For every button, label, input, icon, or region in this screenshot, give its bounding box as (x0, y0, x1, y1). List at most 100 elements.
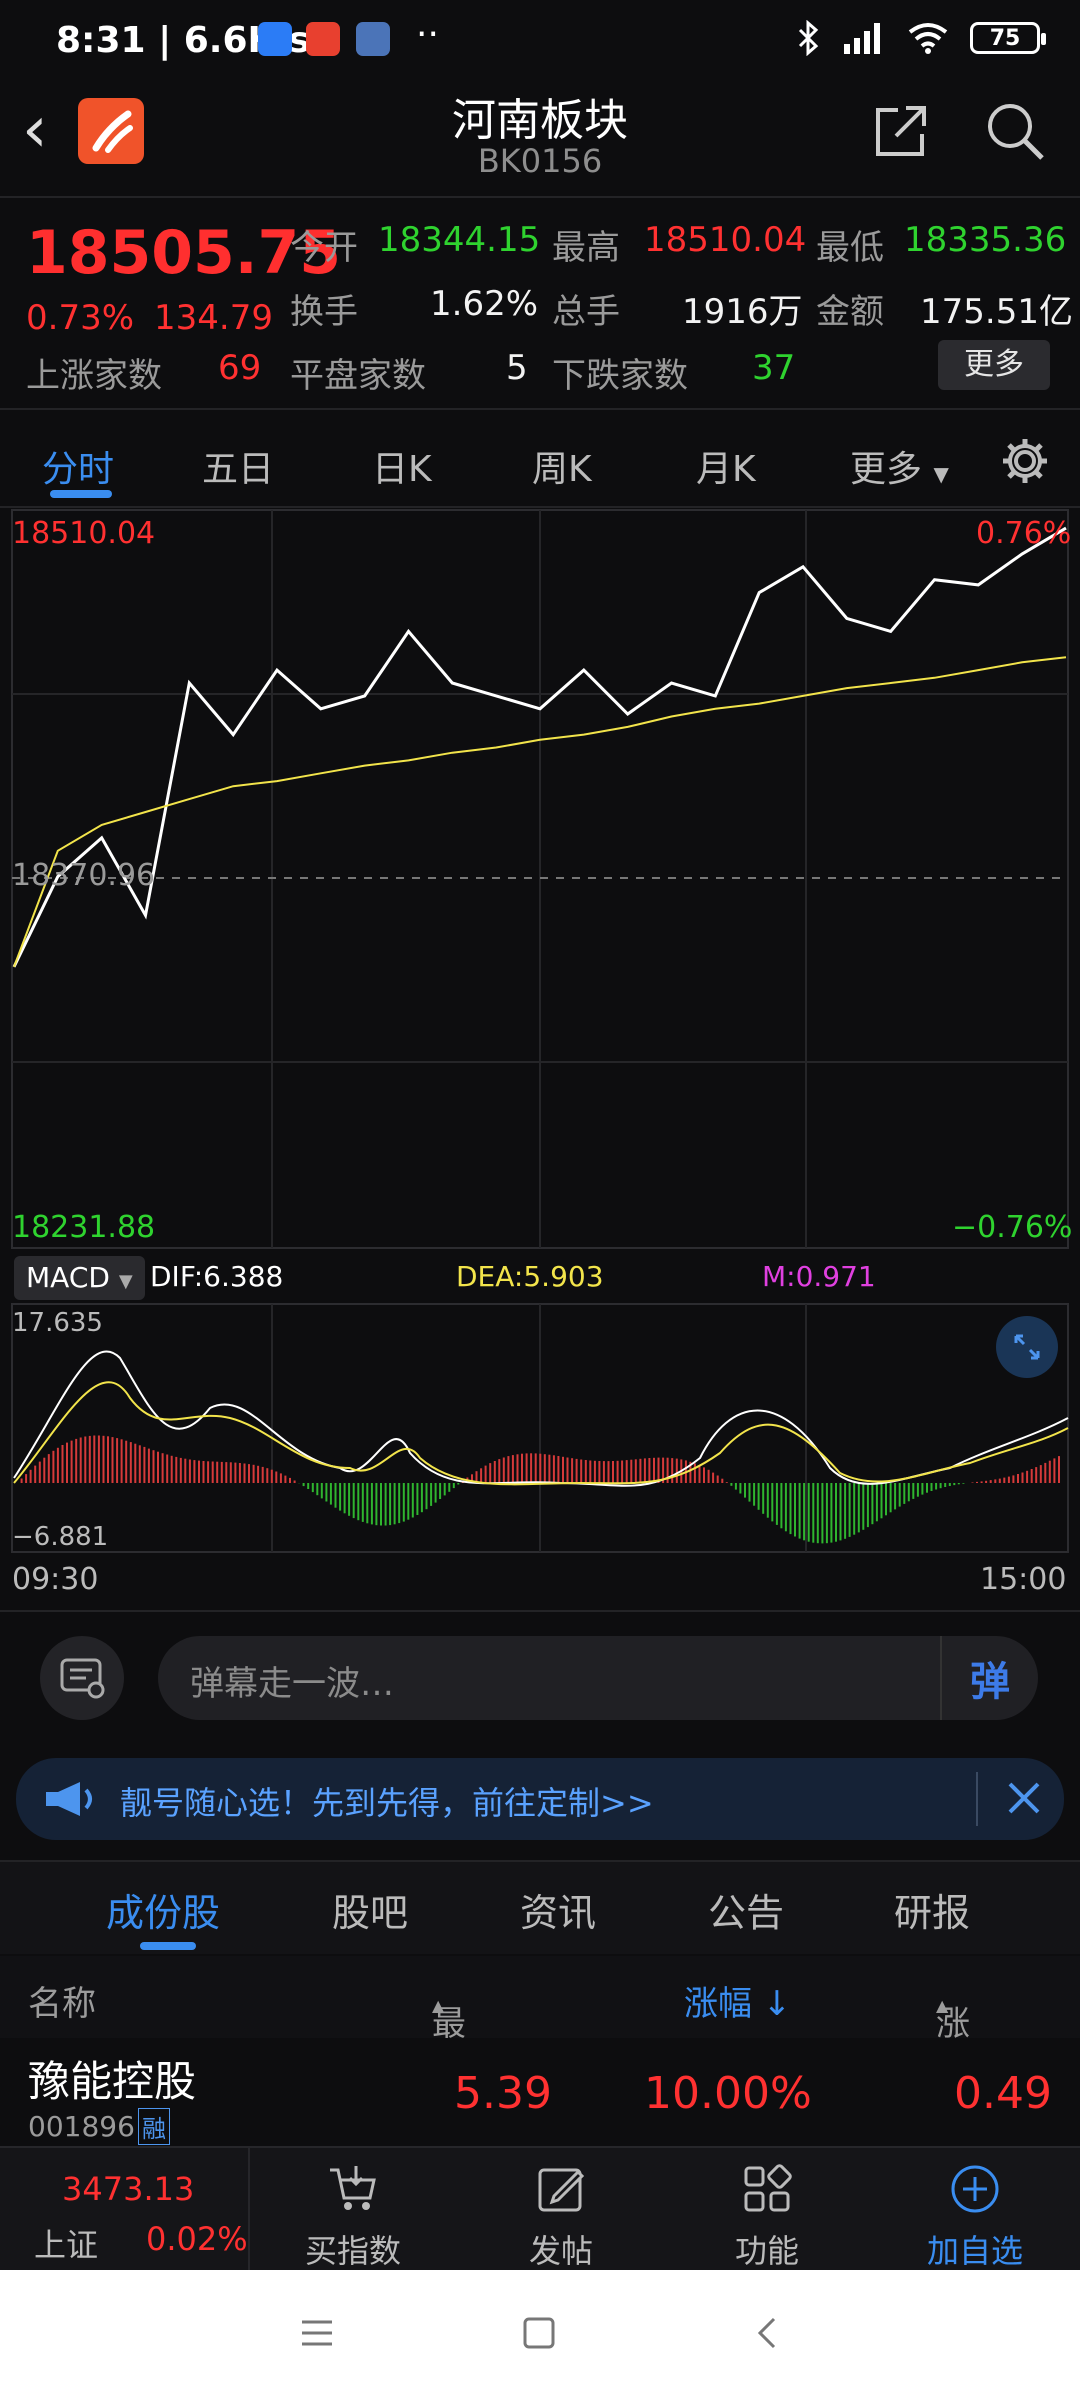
active-subtab-indicator (140, 1942, 196, 1950)
megaphone-icon (46, 1782, 92, 1816)
macd-bar (97, 1435, 100, 1483)
danmaku-settings-button[interactable] (40, 1636, 124, 1720)
macd-bar (707, 1469, 710, 1483)
macd-bar (88, 1435, 91, 1483)
intraday-chart-svg[interactable] (0, 508, 1080, 1608)
macd-bar (225, 1462, 228, 1483)
macd-bar (957, 1483, 960, 1485)
macd-bar (721, 1478, 724, 1483)
macd-bar (457, 1483, 460, 1485)
macd-bar (698, 1465, 701, 1483)
macd-bar (193, 1460, 196, 1483)
macd-bar (1026, 1470, 1029, 1483)
macd-bar (243, 1463, 246, 1483)
promo-banner[interactable]: 靓号随心选！先到先得，前往定制>> (16, 1758, 1064, 1840)
macd-bar (20, 1478, 23, 1483)
chart-prev-close-label: 18370.96 (12, 858, 156, 893)
edit-icon (538, 2168, 585, 2212)
tab-news[interactable]: 资讯 (520, 1882, 596, 1937)
back-nav-icon[interactable] (752, 2316, 786, 2350)
macd-bar (548, 1454, 551, 1483)
macd-bar (489, 1463, 492, 1483)
tab-five-day[interactable]: 五日 (202, 440, 274, 492)
macd-bar (398, 1483, 401, 1524)
add-watchlist-button[interactable]: 加自选 (900, 2162, 1050, 2272)
search-icon[interactable] (984, 100, 1046, 162)
macd-bar (784, 1483, 787, 1532)
index-ticker[interactable]: 3473.13 上证 0.02% (0, 2148, 248, 2272)
macd-bar (384, 1483, 387, 1526)
macd-bottom-value: −6.881 (12, 1522, 109, 1552)
tab-intraday[interactable]: 分时 (42, 440, 114, 492)
menu-icon[interactable] (300, 2316, 334, 2350)
macd-bar (252, 1464, 255, 1483)
macd-bar (266, 1468, 269, 1483)
macd-bar (766, 1483, 769, 1518)
macd-bar (257, 1465, 260, 1483)
quote-panel: 18505.75 0.73% 134.79 上涨家数 69 今开 18344.1… (0, 196, 1080, 410)
buy-index-button[interactable]: 买指数 (278, 2162, 428, 2272)
tab-daily-k[interactable]: 日K (372, 440, 432, 492)
macd-bar (102, 1435, 105, 1483)
more-button[interactable]: 更多 (938, 340, 1050, 390)
macd-bar (780, 1483, 783, 1529)
tab-monthly-k[interactable]: 月K (696, 440, 756, 492)
macd-bar (348, 1483, 351, 1516)
macd-selector-button[interactable]: MACD ▼ (14, 1256, 145, 1300)
macd-bar (612, 1461, 614, 1483)
macd-bar (643, 1458, 646, 1483)
macd-bar (871, 1483, 874, 1525)
macd-bar (116, 1438, 119, 1483)
macd-bar (994, 1479, 997, 1483)
macd-bar (375, 1483, 378, 1526)
macd-bar (566, 1457, 569, 1483)
macd-bar (275, 1471, 278, 1483)
macd-bar (261, 1466, 264, 1483)
macd-bar (889, 1483, 892, 1513)
macd-bar (648, 1458, 651, 1483)
macd-bar (693, 1463, 696, 1483)
signal-icon (844, 23, 880, 54)
macd-bar (316, 1483, 319, 1496)
column-change-pct[interactable]: 涨幅 ↓ (684, 1976, 791, 2025)
macd-bar (762, 1483, 765, 1514)
tab-more[interactable]: 更多 ▼ (850, 440, 949, 492)
danmaku-send-button[interactable]: 弹 (940, 1636, 1038, 1720)
macd-bar (211, 1461, 214, 1483)
macd-bar (930, 1483, 933, 1491)
macd-bar (1003, 1477, 1006, 1483)
macd-bar (380, 1483, 382, 1526)
tab-weekly-k[interactable]: 周K (532, 440, 592, 492)
macd-bar (402, 1483, 405, 1522)
tab-announcements[interactable]: 公告 (708, 1882, 784, 1937)
tab-research[interactable]: 研报 (894, 1882, 970, 1937)
danmaku-input[interactable]: 弹幕走一波… 弹 (158, 1636, 1038, 1720)
close-icon[interactable] (1006, 1780, 1042, 1816)
macd-bar (439, 1483, 442, 1499)
macd-bar (557, 1456, 560, 1483)
macd-bar (425, 1483, 428, 1510)
post-button[interactable]: 发帖 (486, 2162, 636, 2272)
functions-button[interactable]: 功能 (692, 2162, 842, 2272)
settings-gear-icon[interactable] (1000, 436, 1050, 486)
macd-bar (111, 1437, 114, 1483)
column-name: 名称 (28, 1984, 96, 2024)
intraday-chart[interactable]: 18510.04 0.76% 18370.96 18231.88 −0.76% … (0, 508, 1080, 1608)
share-icon[interactable] (872, 102, 930, 160)
expand-chart-button[interactable] (996, 1316, 1058, 1378)
tab-forum[interactable]: 股吧 (332, 1882, 408, 1937)
time-start-label: 09:30 (12, 1562, 99, 1597)
flat-count-value: 5 (506, 348, 528, 388)
macd-bar (825, 1483, 828, 1544)
macd-bar (147, 1448, 150, 1483)
tab-constituents[interactable]: 成份股 (106, 1882, 220, 1937)
index-pct: 0.02% (146, 2220, 248, 2258)
table-row[interactable]: 豫能控股 001896 融 5.39 10.00% 0.49 (0, 2040, 1080, 2146)
home-icon[interactable] (522, 2316, 556, 2350)
macd-bar (43, 1457, 46, 1483)
macd-bar (989, 1480, 992, 1483)
macd-bar (38, 1461, 41, 1483)
macd-bar (339, 1483, 342, 1511)
down-count-value: 37 (752, 348, 796, 388)
macd-bar (939, 1483, 942, 1489)
